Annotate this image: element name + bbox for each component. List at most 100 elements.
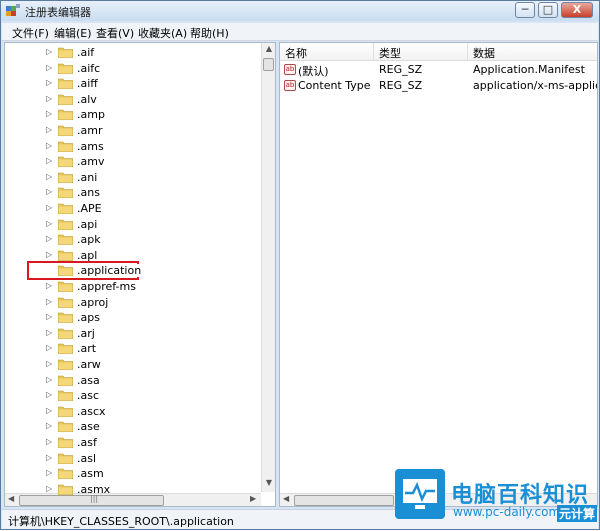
tree-item[interactable]: ▷ .arj [5, 326, 261, 341]
title-bar[interactable]: 注册表编辑器 ─ □ X [1, 1, 599, 21]
tree-item[interactable]: ▷ .ams [5, 139, 261, 154]
tree-item-label: .ams [77, 139, 104, 153]
expand-arrow-icon[interactable]: ▷ [46, 234, 52, 243]
expand-arrow-icon[interactable]: ▷ [46, 47, 52, 56]
menu-favorites[interactable]: 收藏夹(A) [138, 25, 187, 41]
expand-arrow-icon[interactable]: ▷ [46, 109, 52, 118]
value-type: REG_SZ [379, 79, 423, 92]
value-row[interactable]: ab Content Type REG_SZ application/x-ms-… [280, 78, 597, 94]
tree-item[interactable]: ▷ .amr [5, 123, 261, 138]
menu-view[interactable]: 查看(V) [96, 25, 134, 41]
tree-item[interactable]: ▷ .amv [5, 154, 261, 169]
expand-arrow-icon[interactable]: ▷ [46, 78, 52, 87]
values-hscroll-thumb[interactable] [294, 495, 394, 506]
tree-item[interactable]: ▷ .asl [5, 451, 261, 466]
key-tree-pane[interactable]: ▲ ▼ ◀ ||| ▶ ▷ .aif ▷ .aifc ▷ .aiff ▷ .alv ▷ .amp ▷… [4, 42, 276, 507]
expand-arrow-icon[interactable]: ▷ [46, 187, 52, 196]
expand-arrow-icon[interactable]: ▷ [46, 312, 52, 321]
folder-icon [58, 297, 73, 308]
tree-item[interactable]: ▷ .amp [5, 107, 261, 122]
tree-item[interactable]: ▷ .arw [5, 357, 261, 372]
monitor-logo-icon [395, 469, 445, 519]
value-row[interactable]: ab (默认) REG_SZ Application.Manifest [280, 62, 597, 78]
menu-file[interactable]: 文件(F) [12, 25, 49, 41]
tree-item[interactable]: ▷ .ase [5, 419, 261, 434]
tree-item-label: .asmx [77, 482, 111, 496]
column-header-type[interactable]: 类型 [374, 43, 468, 61]
expand-arrow-icon[interactable]: ▷ [46, 94, 52, 103]
tree-item[interactable]: ▷ .asm [5, 466, 261, 481]
folder-icon [58, 94, 73, 105]
minimize-button[interactable]: ─ [515, 2, 535, 18]
tree-item[interactable]: ▷ .asmx [5, 482, 261, 497]
tree-item[interactable]: ▷ .apl [5, 248, 261, 263]
value-data: application/x-ms-applicatio [473, 79, 597, 92]
expand-arrow-icon[interactable]: ▷ [46, 328, 52, 337]
value-name: (默认) [298, 65, 329, 78]
expand-arrow-icon[interactable]: ▷ [46, 281, 52, 290]
expand-arrow-icon[interactable]: ▷ [46, 390, 52, 399]
expand-arrow-icon[interactable]: ▷ [46, 375, 52, 384]
expand-arrow-icon[interactable]: ▷ [46, 453, 52, 462]
close-button[interactable]: X [561, 2, 593, 18]
menu-help[interactable]: 帮助(H) [190, 25, 229, 41]
tree-item[interactable]: ▷ .ascx [5, 404, 261, 419]
expand-arrow-icon[interactable]: ▷ [46, 219, 52, 228]
folder-icon [58, 453, 73, 464]
expand-arrow-icon[interactable]: ▷ [46, 421, 52, 430]
values-pane[interactable]: 名称 类型 数据 ab (默认) REG_SZ Application.Mani… [279, 42, 598, 507]
tree-item[interactable]: ▷ .asf [5, 435, 261, 450]
scroll-down-arrow-icon[interactable]: ▼ [262, 478, 275, 491]
tree-item[interactable]: ▷ .asa [5, 373, 261, 388]
expand-arrow-icon[interactable]: ▷ [46, 437, 52, 446]
tree-item[interactable]: .application [5, 263, 261, 278]
tree-item[interactable]: ▷ .art [5, 341, 261, 356]
expand-arrow-icon[interactable]: ▷ [46, 203, 52, 212]
expand-arrow-icon[interactable]: ▷ [46, 125, 52, 134]
column-header-name[interactable]: 名称 [280, 43, 374, 61]
tree-item[interactable]: ▷ .apk [5, 232, 261, 247]
menu-edit[interactable]: 编辑(E) [54, 25, 92, 41]
watermark: 电脑百科知识 www.pc-daily.com 元计算 [389, 459, 600, 531]
tree-item-label: .aif [77, 46, 95, 59]
folder-icon [58, 328, 73, 339]
expand-arrow-icon[interactable]: ▷ [46, 141, 52, 150]
expand-arrow-icon[interactable]: ▷ [46, 156, 52, 165]
tree-item[interactable]: ▷ .aifc [5, 61, 261, 76]
scroll-thumb[interactable] [263, 58, 274, 71]
scroll-left-arrow-icon[interactable]: ◀ [283, 494, 289, 503]
tree-item-label: .apk [77, 233, 101, 247]
tree-item-label: .aproj [77, 295, 109, 309]
expand-arrow-icon[interactable]: ▷ [46, 468, 52, 477]
tree-item[interactable]: ▷ .APE [5, 201, 261, 216]
folder-icon [58, 234, 73, 246]
tree-item[interactable]: ▷ .aiff [5, 76, 261, 91]
tree-item[interactable]: ▷ .alv [5, 92, 261, 107]
tree-item[interactable]: ▷ .appref-ms [5, 279, 261, 294]
tree-item[interactable]: ▷ .aproj [5, 295, 261, 310]
maximize-button[interactable]: □ [538, 2, 558, 18]
tree-item[interactable]: ▷ .ans [5, 185, 261, 200]
tree-item[interactable]: ▷ .aps [5, 310, 261, 325]
folder-icon [58, 375, 73, 386]
tree-item-label: .aiff [77, 77, 98, 91]
tree-item-label: .application [77, 264, 142, 278]
tree-item-label: .asm [77, 467, 104, 481]
expand-arrow-icon[interactable]: ▷ [46, 250, 52, 259]
expand-arrow-icon[interactable]: ▷ [46, 359, 52, 368]
tree-item-label: .asc [77, 389, 100, 403]
expand-arrow-icon[interactable]: ▷ [46, 484, 52, 493]
tree-vertical-scrollbar[interactable]: ▲ ▼ [261, 43, 275, 492]
expand-arrow-icon[interactable]: ▷ [46, 63, 52, 72]
scroll-up-arrow-icon[interactable]: ▲ [262, 44, 275, 57]
expand-arrow-icon[interactable]: ▷ [46, 343, 52, 352]
tree-item[interactable]: ▷ .api [5, 217, 261, 232]
column-header-data[interactable]: 数据 [468, 43, 597, 61]
expand-arrow-icon[interactable]: ▷ [46, 406, 52, 415]
expand-arrow-icon[interactable]: ▷ [46, 297, 52, 306]
expand-arrow-icon[interactable]: ▷ [46, 172, 52, 181]
tree-item[interactable]: ▷ .ani [5, 170, 261, 185]
tree-item-label: .aifc [77, 61, 101, 75]
tree-item[interactable]: ▷ .aif [5, 45, 261, 60]
tree-item[interactable]: ▷ .asc [5, 388, 261, 403]
